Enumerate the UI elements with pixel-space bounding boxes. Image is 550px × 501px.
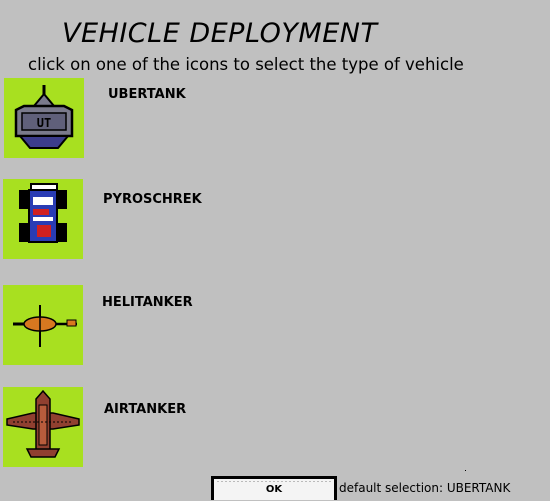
ok-button[interactable]: OK bbox=[211, 476, 337, 500]
vehicle-label-ubertank[interactable]: UBERTANK bbox=[108, 87, 186, 102]
vehicle-label-helitanker[interactable]: HELITANKER bbox=[102, 295, 193, 310]
pyroschrek-icon bbox=[19, 183, 67, 243]
stray-pixel bbox=[465, 470, 466, 471]
helitanker-icon bbox=[13, 305, 77, 347]
svg-text:UT: UT bbox=[37, 116, 51, 130]
default-selection-text: default selection: UBERTANK bbox=[339, 481, 511, 495]
vehicle-label-airtanker[interactable]: AIRTANKER bbox=[104, 402, 186, 417]
instructions-text: click on one of the icons to select the … bbox=[28, 55, 464, 74]
vehicle-button-pyroschrek[interactable] bbox=[3, 179, 83, 259]
ubertank-icon: UT bbox=[14, 85, 74, 149]
airtanker-icon bbox=[6, 389, 80, 458]
vehicle-button-airtanker[interactable] bbox=[3, 387, 83, 467]
vehicle-label-pyroschrek[interactable]: PYROSCHREK bbox=[103, 192, 202, 207]
vehicle-button-helitanker[interactable] bbox=[3, 285, 83, 365]
page-title: VEHICLE DEPLOYMENT bbox=[62, 18, 378, 49]
vehicle-button-ubertank[interactable]: UT bbox=[4, 78, 84, 158]
